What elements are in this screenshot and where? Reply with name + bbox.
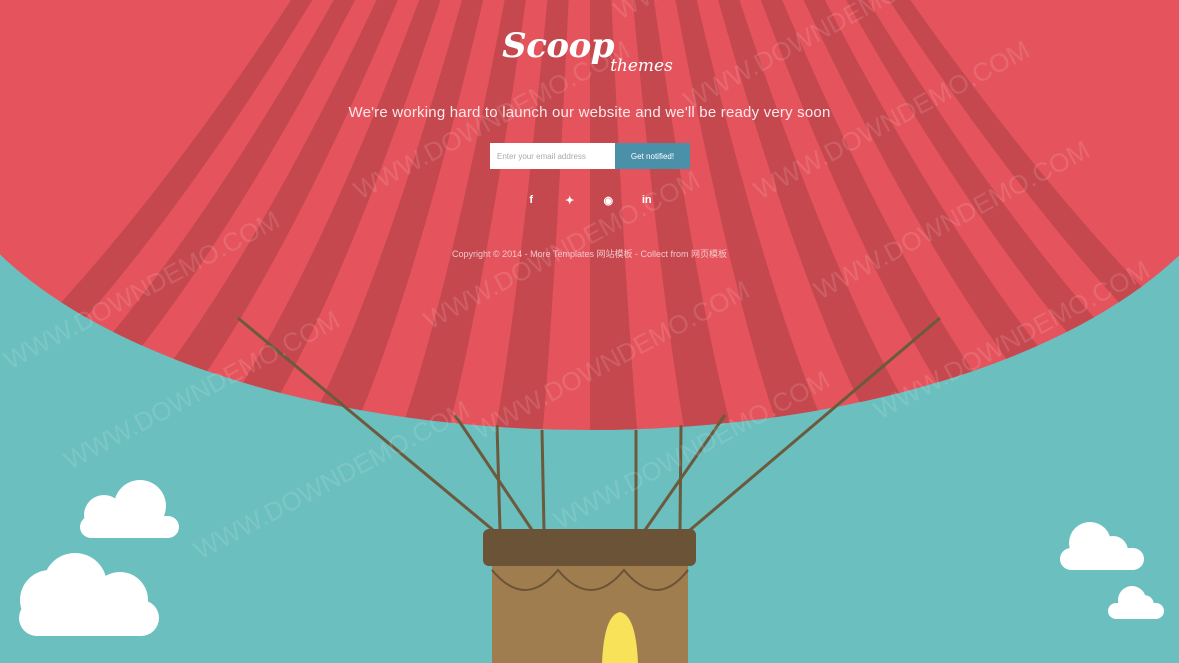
basket — [483, 529, 696, 663]
basket-rim — [483, 529, 696, 566]
collect-from-text: - Collect from — [632, 249, 692, 259]
logo: Scoopthemes — [0, 26, 1179, 76]
logo-main-text: Scoop — [502, 26, 615, 66]
twitter-icon[interactable]: ✦ — [551, 190, 590, 210]
github-icon[interactable]: ◉ — [589, 190, 628, 210]
tagline: We're working hard to launch our website… — [348, 104, 831, 121]
facebook-icon[interactable]: f — [512, 190, 551, 210]
social-links: f ✦ ◉ in — [512, 190, 666, 210]
web-templates-link[interactable]: 网页模板 — [691, 249, 727, 259]
linkedin-icon[interactable]: in — [628, 190, 667, 210]
get-notified-button[interactable]: Get notified! — [615, 143, 690, 169]
balloon-illustration: WWW.DOWNDEMO.COM WWW.DOWNDEMO.COMWWW.DOWN… — [0, 0, 1179, 663]
logo-sub-text: themes — [610, 56, 673, 76]
copyright-text: Copyright © 2014 - — [451, 249, 531, 259]
signup-form: Enter your email address Get notified! — [490, 143, 690, 169]
more-templates-link[interactable]: More Templates 网站模板 — [530, 249, 632, 259]
copyright-footer: Copyright © 2014 - More Templates 网站模板 -… — [0, 247, 1179, 260]
email-input[interactable]: Enter your email address — [490, 143, 615, 169]
